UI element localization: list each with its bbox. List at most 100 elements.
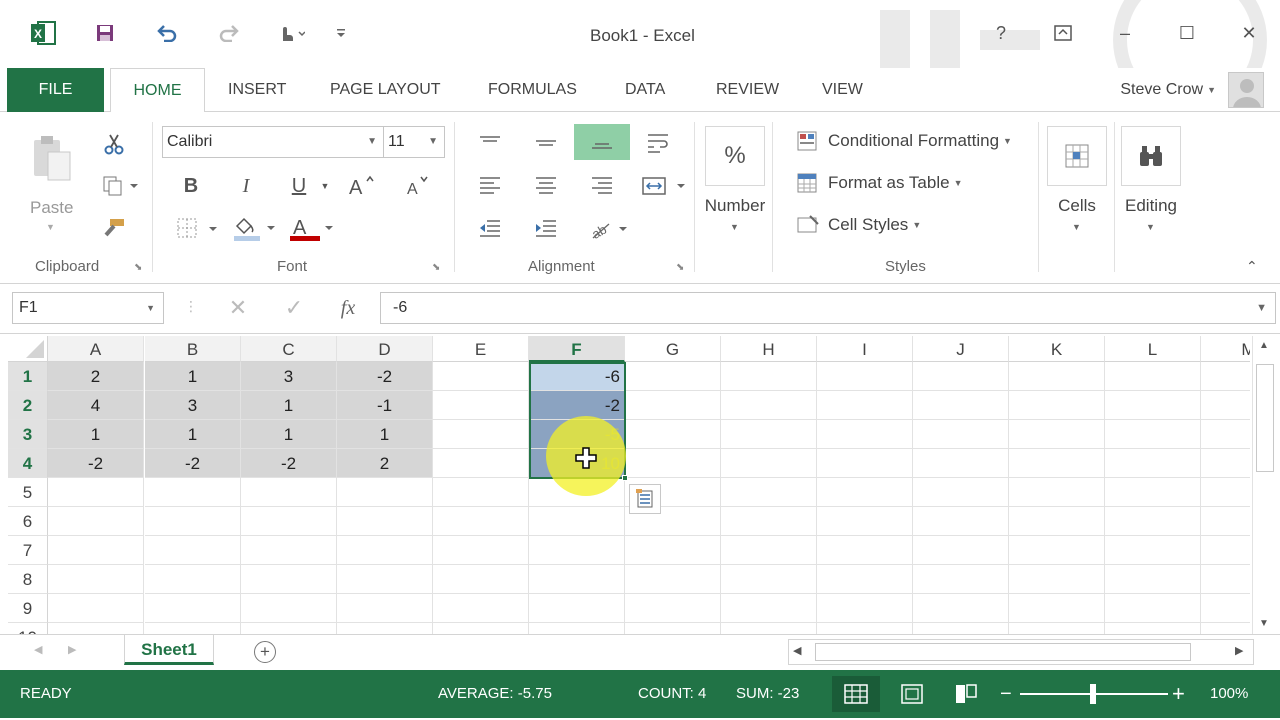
cells-dropdown-icon[interactable]: ▼ [1072,222,1081,232]
cell-b1[interactable]: 1 [145,362,241,391]
cell-k4[interactable] [1009,449,1105,478]
tab-page-layout[interactable]: PAGE LAYOUT [330,68,441,112]
align-right-icon[interactable] [582,170,622,202]
cell-g2[interactable] [625,391,721,420]
cell-h10[interactable] [721,623,817,634]
cell-m5[interactable] [1201,478,1250,507]
editing-dropdown-icon[interactable]: ▼ [1146,222,1155,232]
cell-j6[interactable] [913,507,1009,536]
normal-view-icon[interactable] [832,676,880,712]
formula-bar-handle-icon[interactable]: ⋮ [184,298,198,315]
cell-d9[interactable] [337,594,433,623]
cell-d7[interactable] [337,536,433,565]
row-header-1[interactable]: 1 [8,362,48,391]
number-dropdown-icon[interactable]: ▼ [730,222,739,232]
cell-k7[interactable] [1009,536,1105,565]
insert-function-button[interactable]: fx [332,294,364,322]
cell-d8[interactable] [337,565,433,594]
zoom-out-icon[interactable]: − [1000,670,1012,718]
column-header-d[interactable]: D [337,336,433,362]
fill-handle[interactable] [622,475,628,481]
alignment-launcher-icon[interactable]: ⬊ [676,262,684,273]
cell-e2[interactable] [433,391,529,420]
cell-f7[interactable] [529,536,625,565]
font-size-dropdown[interactable]: 11 ▼ [383,126,445,158]
column-header-e[interactable]: E [433,336,529,362]
row-header-9[interactable]: 9 [8,594,48,623]
cell-g8[interactable] [625,565,721,594]
cell-f9[interactable] [529,594,625,623]
cell-j7[interactable] [913,536,1009,565]
font-launcher-icon[interactable]: ⬊ [432,262,440,273]
cell-c5[interactable] [241,478,337,507]
top-align-icon[interactable] [470,126,510,160]
zoom-slider-thumb[interactable] [1090,684,1096,704]
scroll-down-icon[interactable]: ▼ [1259,618,1269,629]
cell-b10[interactable] [145,623,241,634]
cell-c10[interactable] [241,623,337,634]
cell-i1[interactable] [817,362,913,391]
cell-e4[interactable] [433,449,529,478]
cell-d3[interactable]: 1 [337,420,433,449]
cell-c6[interactable] [241,507,337,536]
cell-b8[interactable] [145,565,241,594]
cell-l6[interactable] [1105,507,1201,536]
cell-k3[interactable] [1009,420,1105,449]
merge-center-icon[interactable] [640,170,688,202]
auto-fill-options-icon[interactable] [629,484,661,514]
vertical-scroll-thumb[interactable] [1256,364,1274,472]
cell-g4[interactable] [625,449,721,478]
cut-icon[interactable] [100,130,128,158]
cell-c3[interactable]: 1 [241,420,337,449]
column-header-f[interactable]: F [529,336,625,362]
editing-button-label[interactable]: Editing [1116,196,1186,216]
row-header-8[interactable]: 8 [8,565,48,594]
name-box[interactable]: F1 ▼ [12,292,164,324]
copy-icon[interactable] [100,172,140,200]
zoom-level[interactable]: 100% [1210,670,1248,718]
cell-l3[interactable] [1105,420,1201,449]
cell-h6[interactable] [721,507,817,536]
cancel-entry-icon[interactable]: ✕ [222,294,254,322]
cell-b9[interactable] [145,594,241,623]
cell-b4[interactable]: -2 [145,449,241,478]
cell-h4[interactable] [721,449,817,478]
cell-e5[interactable] [433,478,529,507]
increase-font-size-icon[interactable]: A [346,170,376,200]
undo-icon[interactable] [152,18,182,48]
row-header-10[interactable]: 10 [8,623,48,634]
tab-view[interactable]: VIEW [822,68,863,112]
row-header-2[interactable]: 2 [8,391,48,420]
cell-h3[interactable] [721,420,817,449]
cell-l5[interactable] [1105,478,1201,507]
cell-k5[interactable] [1009,478,1105,507]
formula-input[interactable]: -6 ▼ [380,292,1276,324]
clipboard-launcher-icon[interactable]: ⬊ [134,262,142,273]
zoom-in-icon[interactable]: + [1172,670,1185,718]
cell-a10[interactable] [48,623,144,634]
paste-dropdown-icon[interactable]: ▼ [46,222,55,232]
cell-j9[interactable] [913,594,1009,623]
column-header-k[interactable]: K [1009,336,1105,362]
help-button[interactable]: ? [970,16,1032,50]
cell-m2[interactable] [1201,391,1250,420]
cell-l2[interactable] [1105,391,1201,420]
cell-k9[interactable] [1009,594,1105,623]
paste-icon[interactable] [30,134,74,184]
cell-k8[interactable] [1009,565,1105,594]
redo-icon[interactable] [214,18,244,48]
fill-color-icon[interactable] [230,212,280,244]
cell-a4[interactable]: -2 [48,449,144,478]
cell-c2[interactable]: 1 [241,391,337,420]
cell-d10[interactable] [337,623,433,634]
align-center-icon[interactable] [526,170,566,202]
cell-m8[interactable] [1201,565,1250,594]
cell-h2[interactable] [721,391,817,420]
sheet-next-icon[interactable]: ▶ [68,643,76,656]
new-sheet-icon[interactable]: + [254,641,276,663]
cell-f10[interactable] [529,623,625,634]
cell-e7[interactable] [433,536,529,565]
cell-i3[interactable] [817,420,913,449]
vertical-scrollbar[interactable]: ▲ ▼ [1252,336,1278,634]
column-header-m[interactable]: M [1201,336,1250,362]
